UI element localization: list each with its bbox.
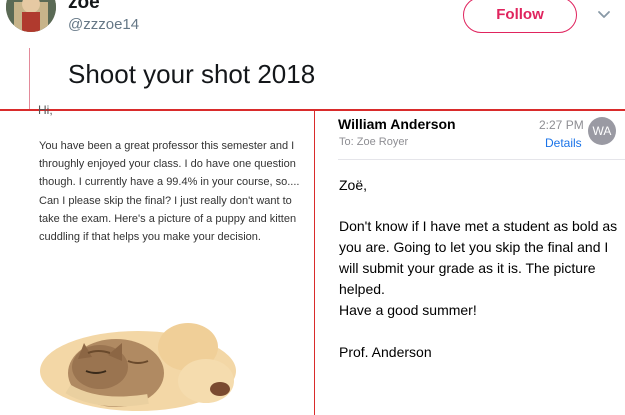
- sender-avatar: WA: [588, 117, 616, 145]
- sender-name: William Anderson: [338, 116, 456, 132]
- reply-closing: Have a good summer!: [339, 302, 477, 318]
- recipient-row: To: Zoe Royer: [339, 136, 408, 148]
- to-label: To:: [339, 136, 354, 148]
- thread-connector-line: [29, 48, 30, 110]
- reply-signature: Prof. Anderson: [339, 344, 432, 360]
- email-time: 2:27 PM: [539, 118, 584, 132]
- recipient-name[interactable]: Zoe Royer: [357, 136, 408, 148]
- header-divider: [338, 159, 625, 160]
- professor-reply-body: Zoë, Don't know if I have met a student …: [339, 175, 621, 363]
- tweet-text: Shoot your shot 2018: [68, 59, 316, 89]
- email-greeting: Hi,: [38, 103, 53, 117]
- details-link[interactable]: Details: [545, 136, 582, 150]
- chevron-down-icon[interactable]: [596, 6, 612, 22]
- reply-paragraph: Don't know if I have met a student as bo…: [339, 218, 618, 297]
- puppy-kitten-image: [38, 309, 242, 415]
- user-handle[interactable]: @zzzoe14: [68, 16, 139, 33]
- reply-salutation: Zoë,: [339, 177, 368, 193]
- student-email-body: You have been a great professor this sem…: [39, 140, 300, 244]
- display-name[interactable]: zoe: [68, 0, 100, 14]
- professor-email-panel: William Anderson 2:27 PM WA To: Zoe Roye…: [315, 111, 625, 415]
- profile-avatar[interactable]: [6, 0, 56, 32]
- student-email-panel: Hi, You have been a great professor this…: [0, 103, 314, 415]
- follow-button[interactable]: Follow: [463, 0, 577, 33]
